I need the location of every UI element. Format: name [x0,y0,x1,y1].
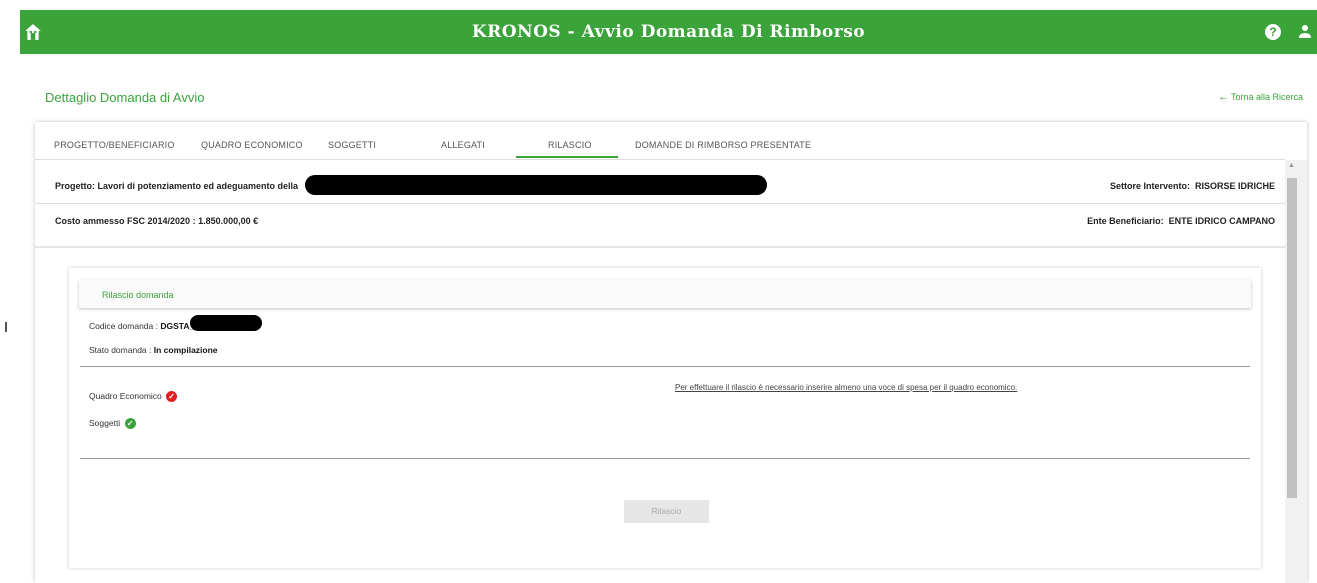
check-soggetti: Soggetti ✓ [89,418,136,430]
info-bottom-divider [35,246,1285,248]
settore-value: RISORSE IDRICHE [1194,181,1275,191]
arrow-left-icon: ← [1217,91,1229,103]
page-edge-marker [5,322,7,332]
check-quadro-economico: Quadro Economico ✓ [89,391,178,403]
codice-domanda-field: Codice domanda : DGSTA_ [89,321,194,331]
check-label: Soggetti [89,418,121,428]
page-title: Dettaglio Domanda di Avvio [45,90,205,105]
settore-info: Settore Intervento: RISORSE IDRICHE [1110,181,1275,191]
help-icon[interactable]: ? [1265,24,1281,40]
tabs-divider [35,159,1285,160]
redaction-bar [305,175,767,195]
tab-rilascio[interactable]: RILASCIO [548,140,592,150]
scrollbar-thumb[interactable] [1287,178,1297,498]
top-bar: KRONOS - Avvio Domanda Di Rimborso ? [20,10,1317,54]
app-title: KRONOS - Avvio Domanda Di Rimborso [471,22,866,42]
ente-label: Ente Beneficiario: [1087,216,1164,226]
section-divider [80,458,1250,459]
settore-label: Settore Intervento: [1109,181,1190,191]
detail-card: PROGETTO/BENEFICIARIO QUADRO ECONOMICO S… [35,122,1307,583]
tab-bar: PROGETTO/BENEFICIARIO QUADRO ECONOMICO S… [35,122,1307,158]
tab-progetto-beneficiario[interactable]: PROGETTO/BENEFICIARIO [54,140,175,150]
user-icon[interactable] [1298,24,1312,40]
tab-soggetti[interactable]: SOGGETTI [328,140,376,150]
warning-link[interactable]: Per effettuare il rilascio è necessario … [675,383,1017,392]
stato-label: Stato domanda : [89,345,152,355]
progetto-label: Progetto: [55,181,95,191]
project-info: Progetto: Lavori di potenziamento ed ade… [55,181,298,191]
rilascio-section-header: Rilascio domanda [79,280,1251,308]
error-check-icon: ✓ [166,391,178,403]
progetto-value: Lavori di potenziamento ed adeguamento d… [97,181,299,191]
tab-domande-rimborso[interactable]: DOMANDE DI RIMBORSO PRESENTATE [635,140,811,150]
ente-value: ENTE IDRICO CAMPANO [1168,216,1275,226]
info-divider [35,203,1285,204]
codice-label: Codice domanda : [89,321,158,331]
active-tab-indicator [516,156,618,158]
back-link-label: Torna alla Ricerca [1230,92,1303,102]
stato-value: In compilazione [153,345,218,355]
rilascio-section-title: Rilascio domanda [102,290,174,300]
back-to-search-link[interactable]: ← Torna alla Ricerca [1218,91,1303,103]
scroll-up-arrow[interactable]: ▲ [1288,162,1295,169]
section-divider [80,366,1250,367]
ente-info: Ente Beneficiario: ENTE IDRICO CAMPANO [1087,216,1275,226]
stato-domanda-field: Stato domanda : In compilazione [89,345,218,355]
tab-quadro-economico[interactable]: QUADRO ECONOMICO [201,140,303,150]
tab-allegati[interactable]: ALLEGATI [441,140,485,150]
redaction-bar [190,315,262,331]
costo-ammesso: Costo ammesso FSC 2014/2020 : 1.850.000,… [55,216,259,226]
rilascio-card: Rilascio domanda Codice domanda : DGSTA_… [69,268,1261,568]
rilascio-button[interactable]: Rilascio [624,500,709,523]
check-label: Quadro Economico [89,391,162,401]
ok-check-icon: ✓ [124,418,136,430]
